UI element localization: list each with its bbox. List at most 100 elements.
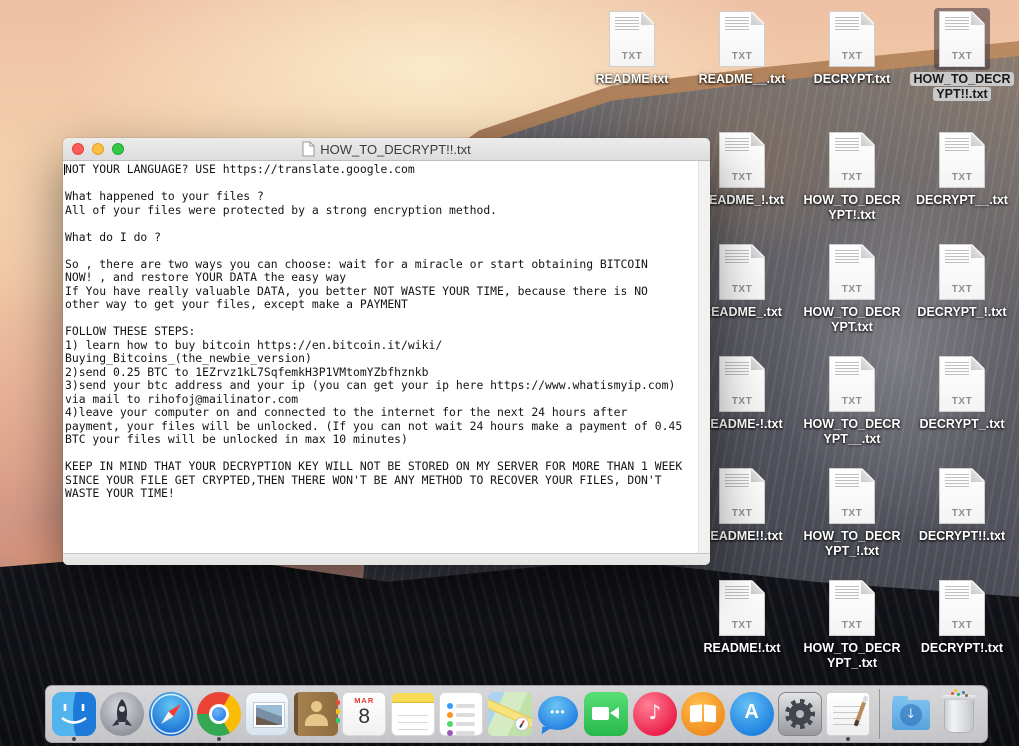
- page-text-lines: [835, 586, 859, 601]
- txt-file-icon[interactable]: TXT: [934, 129, 990, 191]
- dock-item-safari[interactable]: [147, 687, 194, 741]
- calendar-day: 8: [343, 705, 385, 729]
- txt-badge: TXT: [610, 51, 654, 62]
- desktop-icon-label: README__.txt: [686, 72, 798, 87]
- traffic-lights: [72, 143, 124, 155]
- txt-file-icon[interactable]: TXT: [824, 577, 880, 639]
- desktop-icon[interactable]: TXT README.txt: [576, 8, 688, 87]
- vertical-scrollbar[interactable]: [698, 161, 710, 553]
- desktop: TXT README.txt TXT README__.txt TXT: [0, 0, 1019, 746]
- dock-item-preferences[interactable]: [776, 687, 823, 741]
- minimize-button[interactable]: [92, 143, 104, 155]
- txt-file-icon[interactable]: TXT: [714, 353, 770, 415]
- ransom-note-text[interactable]: NOT YOUR LANGUAGE? USE https://translate…: [65, 163, 696, 501]
- dock-item-reminders[interactable]: [437, 687, 484, 741]
- dock-item-mail[interactable]: [244, 687, 291, 741]
- desktop-icon[interactable]: TXT HOW_TO_DECR YPT_!.txt: [796, 465, 908, 559]
- page-text-lines: [725, 474, 749, 489]
- txt-file-icon[interactable]: TXT: [714, 8, 770, 70]
- txt-file-icon[interactable]: TXT: [824, 8, 880, 70]
- page-text-lines: [725, 250, 749, 265]
- desktop-icon-label: HOW_TO_DECR YPT!.txt: [796, 193, 908, 223]
- desktop-icon[interactable]: TXT README__.txt: [686, 8, 798, 87]
- dock-item-facetime[interactable]: [583, 687, 630, 741]
- maps-icon: [488, 692, 532, 736]
- document-page-icon: TXT: [829, 11, 875, 67]
- dock-item-itunes[interactable]: ♪: [631, 687, 678, 741]
- document-page-icon: TXT: [719, 468, 765, 524]
- desktop-icon[interactable]: TXT DECRYPT.txt: [796, 8, 908, 87]
- desktop-icon[interactable]: TXT DECRYPT!.txt: [906, 577, 1018, 656]
- page-fold: [861, 12, 874, 25]
- dock-item-appstore[interactable]: A: [728, 687, 775, 741]
- txt-file-icon[interactable]: TXT: [934, 465, 990, 527]
- page-fold: [861, 357, 874, 370]
- page-fold: [971, 581, 984, 594]
- desktop-icon[interactable]: TXT DECRYPT_!.txt: [906, 241, 1018, 320]
- desktop-icon[interactable]: TXT DECRYPT__.txt: [906, 129, 1018, 208]
- ibooks-icon: [681, 692, 725, 736]
- desktop-icon-label: HOW_TO_DECR YPT_!.txt: [796, 529, 908, 559]
- dock-item-chrome[interactable]: [195, 687, 242, 741]
- desktop-icon[interactable]: TXT HOW_TO_DECR YPT__.txt: [796, 353, 908, 447]
- launchpad-icon: [100, 692, 144, 736]
- dock-item-calendar[interactable]: MAR 8: [341, 687, 388, 741]
- page-text-lines: [835, 17, 859, 32]
- dock-item-finder[interactable]: [50, 687, 97, 741]
- txt-badge: TXT: [830, 508, 874, 519]
- txt-file-icon[interactable]: TXT: [604, 8, 660, 70]
- txt-file-icon[interactable]: TXT: [824, 241, 880, 303]
- messages-icon: •••: [536, 692, 580, 736]
- window-titlebar[interactable]: HOW_TO_DECRYPT!!.txt: [63, 138, 710, 161]
- dock-item-downloads[interactable]: ↓: [887, 687, 934, 741]
- txt-file-icon[interactable]: TXT: [934, 241, 990, 303]
- text-editor-area[interactable]: NOT YOUR LANGUAGE? USE https://translate…: [63, 161, 710, 553]
- txt-file-icon[interactable]: TXT: [824, 465, 880, 527]
- desktop-icon[interactable]: TXT HOW_TO_DECR YPT_.txt: [796, 577, 908, 671]
- document-page-icon: TXT: [829, 356, 875, 412]
- txt-file-icon[interactable]: TXT: [714, 577, 770, 639]
- close-button[interactable]: [72, 143, 84, 155]
- document-proxy-icon[interactable]: [302, 141, 315, 157]
- dock-item-contacts[interactable]: [292, 687, 339, 741]
- desktop-icon[interactable]: TXT DECRYPT_.txt: [906, 353, 1018, 432]
- txt-file-icon[interactable]: TXT: [824, 353, 880, 415]
- textedit-icon: [826, 692, 870, 736]
- finder-icon: [52, 692, 96, 736]
- zoom-button[interactable]: [112, 143, 124, 155]
- messages-ellipsis: •••: [538, 705, 578, 719]
- txt-file-icon[interactable]: TXT: [714, 465, 770, 527]
- dock-item-messages[interactable]: •••: [534, 687, 581, 741]
- page-text-lines: [835, 474, 859, 489]
- txt-file-icon[interactable]: TXT: [934, 8, 990, 70]
- dock-item-trash[interactable]: [936, 687, 983, 741]
- dock-item-ibooks[interactable]: [679, 687, 726, 741]
- dock-item-notes[interactable]: [389, 687, 436, 741]
- txt-badge: TXT: [940, 284, 984, 295]
- reminders-row: [456, 713, 475, 717]
- desktop-icon[interactable]: TXT HOW_TO_DECR YPT!.txt: [796, 129, 908, 223]
- dock-item-textedit[interactable]: [825, 687, 872, 741]
- document-page-icon: TXT: [719, 132, 765, 188]
- txt-file-icon[interactable]: TXT: [934, 577, 990, 639]
- desktop-icon[interactable]: TXT HOW_TO_DECR YPT!!.txt: [906, 8, 1018, 102]
- document-page-icon: TXT: [719, 244, 765, 300]
- page-fold: [971, 12, 984, 25]
- desktop-icon[interactable]: TXT README!.txt: [686, 577, 798, 656]
- appstore-icon: A: [730, 692, 774, 736]
- txt-badge: TXT: [940, 508, 984, 519]
- dock: MAR 8 ••• ♪: [45, 685, 988, 743]
- page-fold: [971, 469, 984, 482]
- txt-badge: TXT: [940, 396, 984, 407]
- dock-item-launchpad[interactable]: [98, 687, 145, 741]
- desktop-icon[interactable]: TXT DECRYPT!!.txt: [906, 465, 1018, 544]
- dock-item-maps[interactable]: [486, 687, 533, 741]
- txt-badge: TXT: [720, 172, 764, 183]
- txt-file-icon[interactable]: TXT: [714, 129, 770, 191]
- txt-file-icon[interactable]: TXT: [714, 241, 770, 303]
- itunes-icon: ♪: [633, 692, 677, 736]
- desktop-icon[interactable]: TXT HOW_TO_DECR YPT.txt: [796, 241, 908, 335]
- txt-file-icon[interactable]: TXT: [824, 129, 880, 191]
- txt-file-icon[interactable]: TXT: [934, 353, 990, 415]
- page-text-lines: [725, 138, 749, 153]
